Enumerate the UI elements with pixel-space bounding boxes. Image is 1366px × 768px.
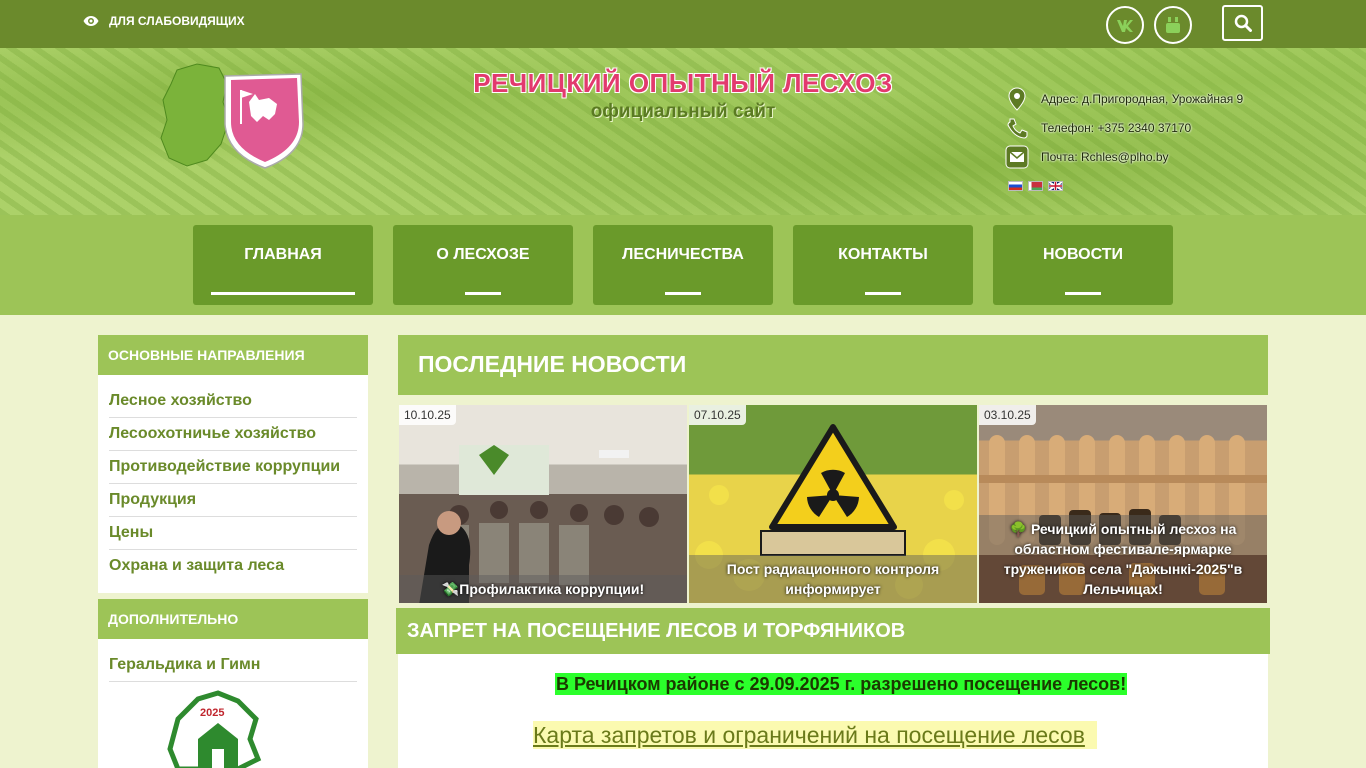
- forest-ban-body: [398, 654, 1268, 768]
- address-text: Адрес: д.Пригородная, Урожайная 9: [1041, 91, 1244, 106]
- email-text[interactable]: Почта: Rchles@plho.by: [1041, 150, 1169, 164]
- nav-about-label: О ЛЕСХОЗЕ: [436, 246, 530, 263]
- year-badge-text: 2025: [200, 707, 225, 719]
- search-button[interactable]: [1222, 5, 1263, 41]
- nav-contacts-label: КОНТАКТЫ: [838, 246, 928, 263]
- flag-by-icon[interactable]: [1028, 181, 1043, 191]
- year-badge-image[interactable]: 2025: [158, 689, 278, 768]
- phone-row: Телефон: +375 2340 37170: [1005, 113, 1243, 142]
- sidebar-item-protection[interactable]: Охрана и защита леса: [109, 550, 357, 583]
- sidebar-item-forestry[interactable]: Лесное хозяйство: [109, 385, 357, 418]
- sidebar-item-anticorruption[interactable]: Противодействие коррупции: [109, 451, 357, 484]
- news-date: 07.10.25: [689, 405, 746, 425]
- sidebar-item-hunting[interactable]: Лесоохотничье хозяйство: [109, 418, 357, 451]
- site-header: РЕЧИЦКИЙ ОПЫТНЫЙ ЛЕСХОЗ официальный сайт…: [0, 48, 1366, 215]
- site-title-block: РЕЧИЦКИЙ ОПЫТНЫЙ ЛЕСХОЗ официальный сайт: [400, 68, 966, 123]
- nav-home-label: ГЛАВНАЯ: [244, 246, 322, 263]
- nav-active-indicator: [211, 292, 355, 295]
- news-title[interactable]: 🌳 Речицкий опытный лесхоз на областном ф…: [979, 515, 1267, 603]
- nav-forestries[interactable]: ЛЕСНИЧЕСТВА: [593, 225, 773, 305]
- news-date: 10.10.25: [399, 405, 456, 425]
- nav-indicator: [865, 292, 901, 295]
- news-title[interactable]: Пост радиационного контроля информирует: [689, 555, 977, 603]
- nav-about[interactable]: О ЛЕСХОЗЕ: [393, 225, 573, 305]
- forest-ban-heading: ЗАПРЕТ НА ПОСЕЩЕНИЕ ЛЕСОВ И ТОРФЯНИКОВ: [396, 608, 1270, 654]
- site-subtitle: официальный сайт: [590, 101, 776, 122]
- map-pin-icon: [1005, 86, 1029, 111]
- news-card[interactable]: 07.10.25 Пост радиационного контроля инф…: [689, 405, 977, 603]
- latest-news-heading: ПОСЛЕДНИЕ НОВОСТИ: [398, 335, 1268, 395]
- sidebar-main-heading: ОСНОВНЫЕ НАПРАВЛЕНИЯ: [98, 335, 368, 375]
- sidebar-extra-list: Геральдика и Гимн 2025: [98, 639, 368, 768]
- nav-news[interactable]: НОВОСТИ: [993, 225, 1173, 305]
- nav-indicator: [665, 292, 701, 295]
- sidebar-extra-heading: ДОПОЛНИТЕЛЬНО: [98, 599, 368, 639]
- eye-icon: [83, 16, 99, 26]
- visually-impaired-link[interactable]: ДЛЯ СЛАБОВИДЯЩИХ: [83, 14, 245, 28]
- news-title[interactable]: 💸Профилактика коррупции!: [399, 575, 687, 603]
- news-date: 03.10.25: [979, 405, 1036, 425]
- sidebar-main-list: Лесное хозяйство Лесоохотничье хозяйство…: [98, 375, 368, 593]
- main-navigation: ГЛАВНАЯ О ЛЕСХОЗЕ ЛЕСНИЧЕСТВА КОНТАКТЫ Н…: [0, 215, 1366, 315]
- news-card[interactable]: 03.10.25 🌳 Речицкий опытный лесхоз на об…: [979, 405, 1267, 603]
- nav-home[interactable]: ГЛАВНАЯ: [193, 225, 373, 305]
- address-row: Адрес: д.Пригородная, Урожайная 9: [1005, 84, 1243, 113]
- visually-impaired-label: ДЛЯ СЛАБОВИДЯЩИХ: [109, 14, 245, 28]
- nav-indicator: [1065, 292, 1101, 295]
- flag-ru-icon[interactable]: [1008, 181, 1023, 191]
- language-switcher: [1008, 181, 1063, 191]
- email-row: Почта: Rchles@plho.by: [1005, 142, 1243, 171]
- phone-icon: [1005, 116, 1029, 140]
- news-card-image: [419, 445, 659, 603]
- flag-en-icon[interactable]: [1048, 181, 1063, 191]
- sidebar-item-prices[interactable]: Цены: [109, 517, 357, 550]
- youtube-icon[interactable]: [1154, 6, 1192, 44]
- nav-forestries-label: ЛЕСНИЧЕСТВА: [622, 246, 744, 263]
- site-logo[interactable]: [157, 62, 307, 174]
- top-bar: ДЛЯ СЛАБОВИДЯЩИХ: [0, 0, 1366, 48]
- nav-indicator: [465, 292, 501, 295]
- site-title: РЕЧИЦКИЙ ОПЫТНЫЙ ЛЕСХОЗ: [473, 68, 893, 98]
- envelope-icon: [1005, 145, 1029, 169]
- news-card[interactable]: 10.10.25 💸Профилактика коррупции!: [399, 405, 687, 603]
- phone-text[interactable]: Телефон: +375 2340 37170: [1041, 121, 1191, 135]
- search-icon: [1234, 14, 1252, 32]
- sidebar-item-products[interactable]: Продукция: [109, 484, 357, 517]
- sidebar-item-heraldry[interactable]: Геральдика и Гимн: [109, 649, 357, 682]
- ban-map-link[interactable]: Карта запретов и ограничений на посещени…: [533, 721, 1097, 749]
- nav-contacts[interactable]: КОНТАКТЫ: [793, 225, 973, 305]
- nav-news-label: НОВОСТИ: [1042, 246, 1124, 263]
- forest-access-notice: В Речицком районе с 29.09.2025 г. разреш…: [555, 673, 1128, 695]
- vk-icon[interactable]: [1106, 6, 1144, 44]
- contact-info: Адрес: д.Пригородная, Урожайная 9 Телефо…: [1005, 84, 1243, 171]
